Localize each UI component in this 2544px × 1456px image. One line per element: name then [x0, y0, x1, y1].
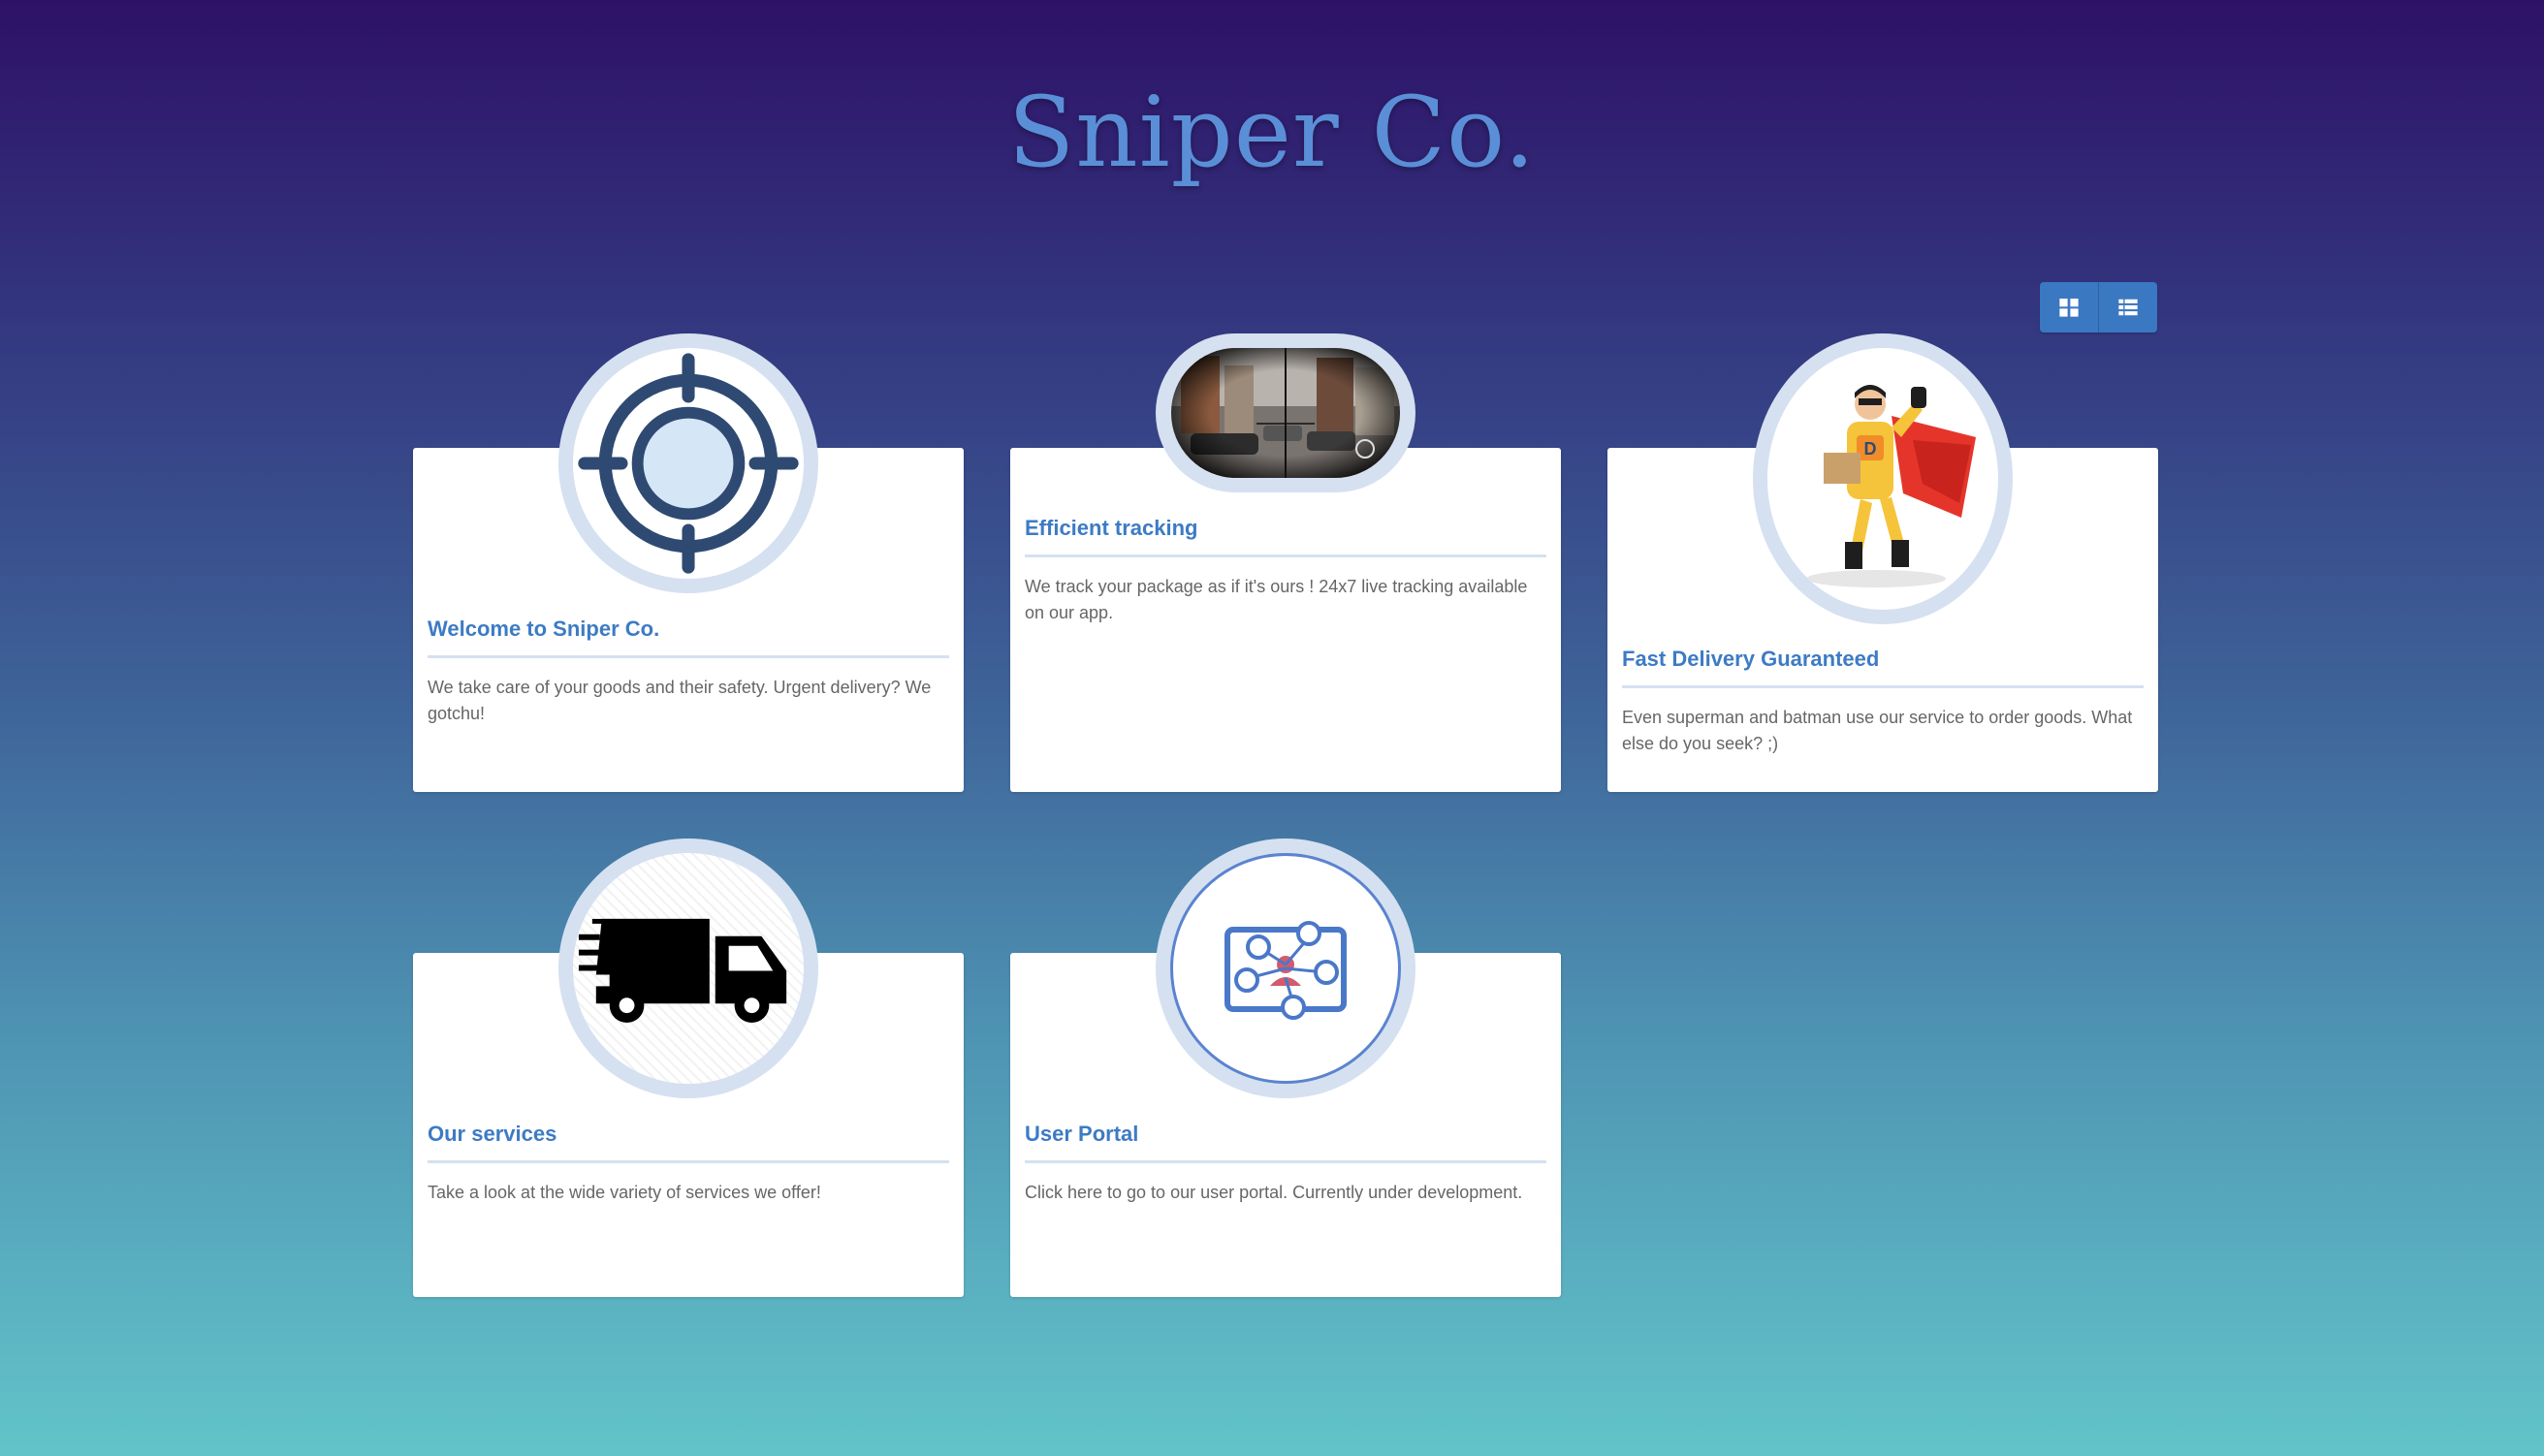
- list-view-button[interactable]: [2098, 282, 2157, 332]
- card-fast-delivery[interactable]: D Fast Delivery Guaranteed Even superman…: [1607, 333, 2158, 792]
- card-title: User Portal: [1025, 1122, 1546, 1163]
- card-tracking[interactable]: Efficient tracking We track your package…: [1010, 333, 1561, 792]
- card-media: [558, 839, 818, 1098]
- card-text: Take a look at the wide variety of servi…: [428, 1183, 821, 1202]
- card-text: Even superman and batman use our service…: [1622, 708, 2133, 753]
- delivery-truck-icon: [578, 918, 787, 1023]
- card-user-portal[interactable]: User Portal Click here to go to our user…: [1010, 839, 1561, 1297]
- card-text: We track your package as if it's ours ! …: [1025, 577, 1528, 622]
- card-services[interactable]: Our services Take a look at the wide var…: [413, 839, 964, 1297]
- card-welcome[interactable]: Welcome to Sniper Co. We take care of yo…: [413, 333, 964, 792]
- grid-view-icon: [2059, 299, 2079, 317]
- card-media: [558, 333, 818, 593]
- card-text: We take care of your goods and their saf…: [428, 678, 932, 723]
- card-media: D: [1753, 333, 2013, 624]
- superhero-courier-image: D: [1806, 385, 1976, 587]
- scope-view-image: [1171, 348, 1400, 478]
- card-media: [1156, 333, 1415, 492]
- card-title: Efficient tracking: [1025, 516, 1546, 557]
- list-view-icon: [2118, 299, 2138, 316]
- crosshair-icon: [578, 353, 799, 574]
- user-network-icon: [1224, 921, 1347, 1020]
- card-text: Click here to go to our user portal. Cur…: [1025, 1183, 1523, 1202]
- grid-view-button[interactable]: [2040, 282, 2098, 332]
- card-title: Welcome to Sniper Co.: [428, 617, 949, 658]
- site-title: Sniper Co.: [1007, 76, 1537, 189]
- view-toggle: [2040, 282, 2157, 332]
- card-title: Fast Delivery Guaranteed: [1622, 647, 2144, 688]
- svg-text:D: D: [1864, 439, 1877, 459]
- card-title: Our services: [428, 1122, 949, 1163]
- card-media: [1156, 839, 1415, 1098]
